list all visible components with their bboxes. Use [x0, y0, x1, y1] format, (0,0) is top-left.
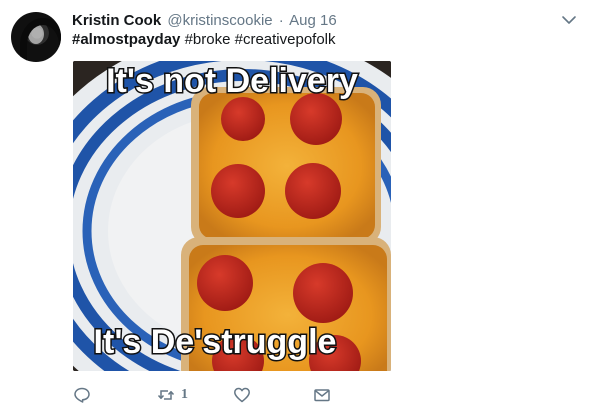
envelope-icon	[313, 386, 331, 404]
author-handle[interactable]: @kristinscookie	[167, 12, 272, 29]
hashtag-almostpayday[interactable]: #almostpayday	[72, 31, 180, 48]
author-name[interactable]: Kristin Cook	[72, 12, 161, 29]
meme-caption-top: It's not Delivery	[106, 62, 358, 100]
tweet[interactable]: Kristin Cook @kristinscookie · Aug 16 #a…	[0, 0, 589, 413]
hashtag-broke[interactable]: #broke	[185, 31, 231, 48]
tweet-actions: 1	[72, 384, 372, 406]
heart-icon	[233, 386, 251, 404]
hashtag-creativepofolk[interactable]: #creativepofolk	[235, 31, 336, 48]
tweet-media-image[interactable]: It's not Delivery It's De'struggle	[73, 61, 391, 371]
separator-dot: ·	[278, 12, 284, 29]
meme-image: It's not Delivery It's De'struggle	[73, 61, 391, 371]
meme-caption-bottom: It's De'struggle	[94, 323, 337, 361]
tweet-text: #almostpayday #broke #creativepofolk	[72, 31, 336, 49]
retweet-button[interactable]: 1	[157, 384, 188, 406]
retweet-count: 1	[181, 387, 188, 402]
avatar[interactable]	[11, 12, 61, 62]
chevron-down-icon[interactable]	[561, 12, 577, 28]
direct-message-button[interactable]	[313, 384, 331, 406]
retweet-icon	[157, 386, 175, 404]
reply-icon	[73, 386, 91, 404]
tweet-header: Kristin Cook @kristinscookie · Aug 16	[72, 12, 337, 30]
tweet-timestamp[interactable]: Aug 16	[289, 12, 337, 29]
reply-button[interactable]	[73, 384, 91, 406]
like-button[interactable]	[233, 384, 251, 406]
